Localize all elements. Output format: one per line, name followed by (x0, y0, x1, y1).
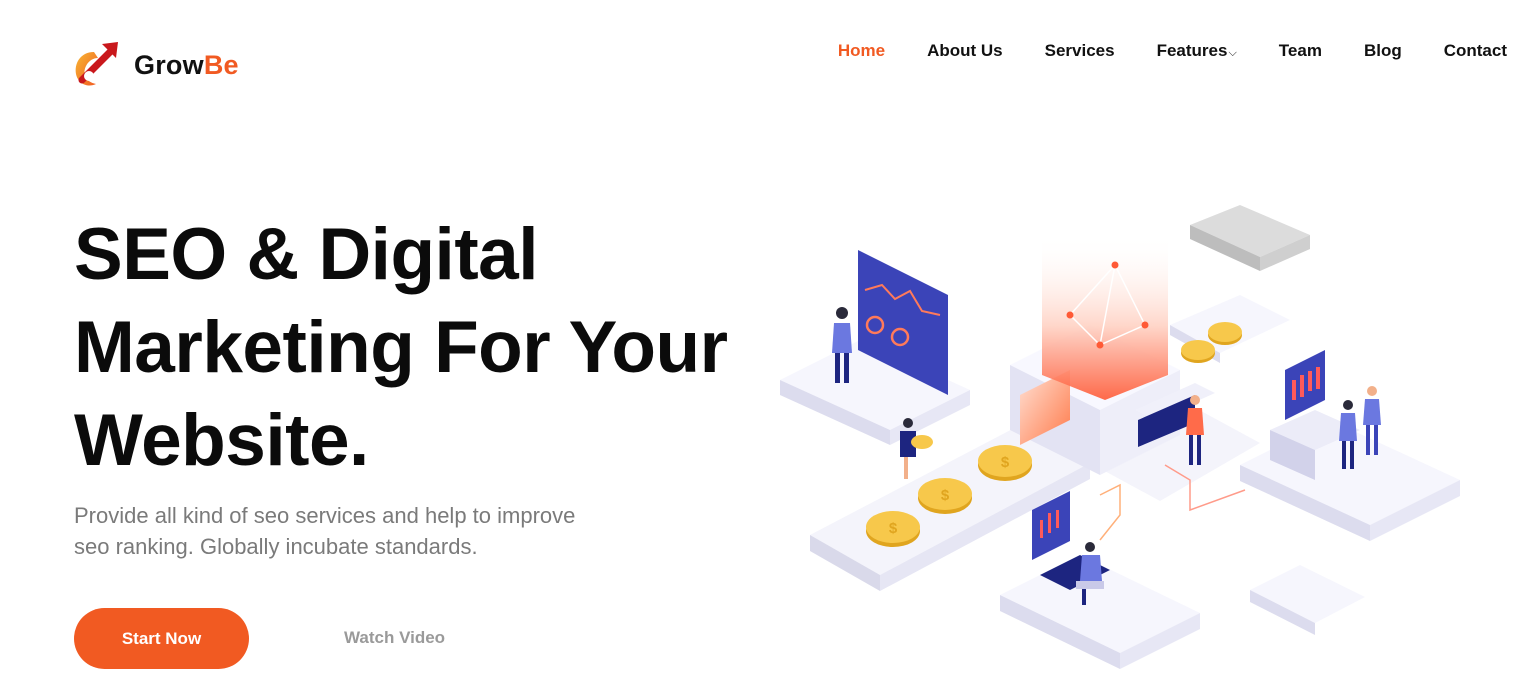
main-nav: Home About Us Services Features⌵ Team Bl… (796, 41, 1507, 61)
hero-subtitle-line2: seo ranking. Globally incubate standards… (74, 534, 478, 559)
bar-chart-screen (1285, 350, 1325, 420)
coin-symbol: $ (889, 520, 898, 537)
coin-icon: $ (978, 445, 1032, 481)
start-now-button[interactable]: Start Now (74, 608, 249, 669)
nav-blog[interactable]: Blog (1364, 41, 1402, 61)
brand-logo[interactable]: GrowBe (72, 40, 239, 90)
nav-about-us[interactable]: About Us (927, 41, 1003, 61)
floating-block (1190, 205, 1310, 271)
coin-icon (1208, 322, 1242, 345)
hero-title-line1: SEO & Digital (74, 214, 539, 295)
brand-name-part2: Be (203, 49, 239, 80)
watch-video-link[interactable]: Watch Video (344, 628, 445, 648)
hero-subtitle: Provide all kind of seo services and hel… (74, 500, 694, 562)
hero-title-line2: Marketing For Your (74, 307, 728, 388)
nav-services[interactable]: Services (1045, 41, 1115, 61)
nav-home[interactable]: Home (838, 41, 885, 61)
rocket-arrow-icon (75, 42, 118, 86)
hero-title: SEO & Digital Marketing For Your Website… (74, 208, 774, 487)
coin-icon (1181, 340, 1215, 363)
isometric-seo-illustration: $ $ $ (780, 205, 1460, 669)
hero-subtitle-line1: Provide all kind of seo services and hel… (74, 503, 576, 528)
chevron-down-icon: ⌵ (1228, 47, 1237, 59)
hero-title-line3: Website. (74, 400, 369, 481)
nav-features[interactable]: Features⌵ (1157, 41, 1237, 61)
light-beam (1042, 235, 1168, 400)
brand-name-part1: Grow (134, 49, 204, 80)
coin-icon: $ (866, 511, 920, 547)
brand-name: GrowBe (134, 50, 239, 81)
coin-icon: $ (918, 478, 972, 514)
nav-team[interactable]: Team (1279, 41, 1322, 61)
small-block (1250, 565, 1365, 635)
nav-features-label: Features (1156, 41, 1228, 60)
nav-contact[interactable]: Contact (1444, 41, 1507, 61)
coin-symbol: $ (941, 487, 950, 504)
coin-symbol: $ (1001, 454, 1010, 471)
